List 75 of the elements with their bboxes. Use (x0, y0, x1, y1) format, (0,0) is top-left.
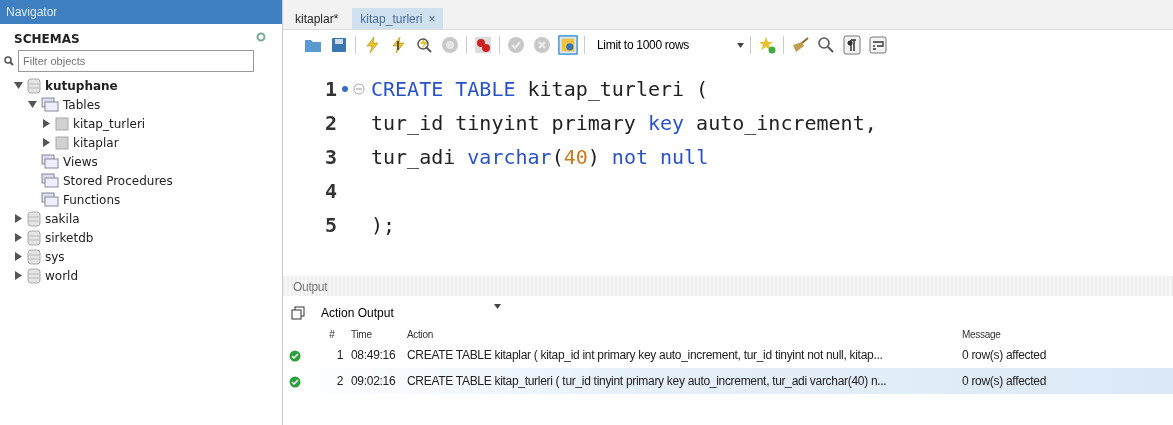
table-cell-text: 2 (335, 373, 343, 390)
folder-stack-icon (41, 173, 59, 188)
code-line: tur_id tinyint primary key auto_increment, (371, 110, 877, 137)
table-cell-text: 0 row(s) affected (962, 373, 1048, 390)
save-icon[interactable] (329, 35, 349, 55)
collapsed-arrow-icon[interactable] (14, 271, 23, 280)
table-cell-text: CREATE TABLE kitap_turleri ( tur_id tinyint primary key auto_increment, tur_adi varchar(40) n... (407, 373, 888, 390)
code-line: CREATE TABLE kitap_turleri ( (371, 76, 709, 103)
editor-tab[interactable]: kitaplar* (287, 8, 347, 29)
column-header: Time (350, 327, 373, 342)
line-number: 4 (324, 178, 337, 205)
search-icon[interactable] (816, 35, 836, 55)
table-cell-text: CREATE TABLE kitaplar ( kitap_id int primary key auto_increment, tur_id tinyint not null, kitap... (407, 347, 884, 364)
error-toggle-icon[interactable] (473, 35, 493, 55)
database-icon (27, 248, 41, 265)
database-icon (27, 267, 41, 284)
folder-stack-icon (41, 97, 59, 112)
database-icon (27, 77, 41, 94)
caret-icon (494, 304, 501, 309)
collapsed-arrow-icon[interactable] (14, 214, 23, 223)
expanded-arrow-icon[interactable] (28, 100, 37, 109)
tree-item[interactable]: Stored Procedures (0, 171, 282, 190)
folder-stack-icon (41, 154, 59, 169)
folder-stack-icon (41, 192, 59, 207)
tree-item[interactable]: sakila (0, 209, 282, 228)
tree-item[interactable]: sirketdb (0, 228, 282, 247)
copy-icon (291, 306, 305, 320)
filter-field[interactable]: Filter objects (18, 50, 254, 72)
tree-item[interactable]: kutuphane (0, 76, 282, 95)
column-header: Message (962, 327, 1002, 342)
tree-item[interactable]: Views (0, 152, 282, 171)
table-cell-text: 0 row(s) affected (962, 347, 1048, 364)
expanded-arrow-icon[interactable] (14, 81, 23, 90)
database-icon (27, 210, 41, 227)
collapsed-arrow-icon[interactable] (14, 252, 23, 261)
table-cell-text: 1 (335, 347, 343, 364)
tree-item[interactable]: world (0, 266, 282, 285)
panel-title: Navigator (0, 0, 282, 24)
broom-icon[interactable] (790, 35, 810, 55)
word-wrap-icon[interactable] (868, 35, 888, 55)
paragraph-icon[interactable] (842, 35, 862, 55)
collapsed-arrow-icon[interactable] (42, 119, 51, 128)
table-icon (55, 116, 69, 131)
database-icon (27, 229, 41, 246)
line-number: 3 (324, 144, 337, 171)
tree-item[interactable]: sys (0, 247, 282, 266)
line-number: 5 (324, 212, 337, 239)
collapsed-arrow-icon[interactable] (42, 138, 51, 147)
code-line: ); (371, 212, 396, 239)
output-row[interactable]: 1 08:49:16 CREATE TABLE kitaplar ( kitap_id int primary key auto_increment, tur_id tinyint not null, kitap... 0 row(s) affected (283, 342, 1173, 368)
table-icon (55, 135, 69, 150)
line-number: 1 (324, 76, 337, 103)
caret-icon[interactable] (737, 42, 744, 48)
row-limit-dropdown[interactable]: Limit to 1000 rows (591, 35, 731, 55)
code-line: tur_adi varchar(40) not null (371, 144, 709, 171)
autocommit-toggle-icon[interactable] (558, 35, 578, 55)
tree-item[interactable]: kitaplar (0, 133, 282, 152)
magnifier-lightning-icon[interactable] (414, 35, 434, 55)
panel-title: Output (293, 280, 328, 294)
table-cell-text: 08:49:16 (350, 347, 397, 364)
table-cell-text: 09:02:16 (350, 373, 397, 390)
close-button[interactable]: × (428, 12, 436, 26)
star-plus-icon[interactable] (757, 35, 777, 55)
editor-tab[interactable]: kitap_turleri × (352, 8, 444, 29)
tree-item[interactable]: kitap_turleri (0, 114, 282, 133)
tree-item[interactable]: Functions (0, 190, 282, 209)
column-header: Action (407, 327, 434, 342)
section-title: SCHEMAS (13, 31, 81, 48)
collapsed-arrow-icon[interactable] (14, 233, 23, 242)
search-icon (4, 56, 14, 66)
line-number: 2 (324, 110, 337, 137)
output-type-dropdown[interactable]: Action Output (321, 304, 501, 322)
tree-item[interactable]: Tables (0, 95, 282, 114)
refresh-icon[interactable] (256, 32, 266, 42)
column-header: # (328, 327, 336, 342)
